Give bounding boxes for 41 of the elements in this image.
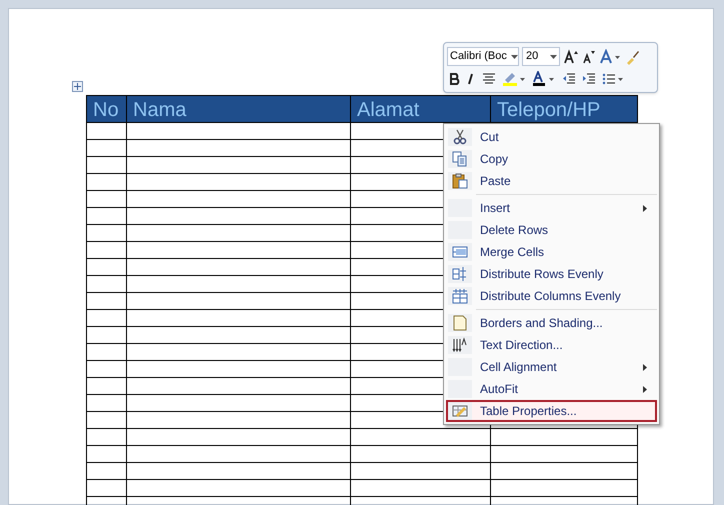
center-align-icon[interactable]: [482, 73, 496, 85]
menu-item[interactable]: Cut: [446, 126, 657, 148]
bold-icon[interactable]: [450, 73, 460, 85]
column-header: Alamat: [351, 96, 491, 122]
column-header: Nama: [127, 96, 351, 122]
page-icon: [452, 315, 468, 331]
grow-font-icon[interactable]: [563, 48, 579, 64]
increase-indent-icon[interactable]: [582, 73, 596, 85]
copy-icon: [452, 151, 468, 167]
menu-item[interactable]: Table Properties...: [446, 400, 657, 422]
move-handle-icon[interactable]: [72, 81, 83, 92]
bullets-icon[interactable]: [602, 73, 624, 85]
menu-item[interactable]: Paste: [446, 170, 657, 192]
decrease-indent-icon[interactable]: [562, 73, 576, 85]
distribute-rows-icon: [452, 266, 468, 282]
menu-item[interactable]: Delete Rows: [446, 219, 657, 241]
menu-item[interactable]: Distribute Rows Evenly: [446, 263, 657, 285]
shrink-font-icon[interactable]: [582, 48, 596, 64]
column-header: Telepon/HP: [496, 98, 602, 122]
menu-item[interactable]: Merge Cells: [446, 241, 657, 263]
menu-item[interactable]: Cell Alignment: [446, 356, 657, 378]
italic-icon[interactable]: [466, 73, 476, 85]
text-direction-icon: [452, 337, 468, 353]
menu-item[interactable]: Text Direction...: [446, 334, 657, 356]
scissors-icon: [452, 129, 468, 145]
column-header: No: [87, 96, 127, 122]
font-name-field[interactable]: Calibri (Boc: [447, 47, 519, 66]
dropdown-arrow-icon: [511, 54, 518, 58]
distribute-columns-icon: [452, 288, 468, 304]
font-color-icon[interactable]: [532, 71, 556, 87]
menu-item[interactable]: Borders and Shading...: [446, 312, 657, 334]
styles-icon[interactable]: [599, 48, 621, 64]
clipboard-icon: [452, 173, 468, 189]
menu-item[interactable]: Distribute Columns Evenly: [446, 285, 657, 307]
menu-item[interactable]: AutoFit: [446, 378, 657, 400]
dropdown-arrow-icon: [550, 54, 557, 58]
font-size-field[interactable]: 20: [522, 47, 560, 66]
table-properties-icon: [452, 403, 468, 419]
merge-cells-icon: [452, 244, 468, 260]
menu-item[interactable]: Copy: [446, 148, 657, 170]
menu-item[interactable]: Insert: [446, 197, 657, 219]
